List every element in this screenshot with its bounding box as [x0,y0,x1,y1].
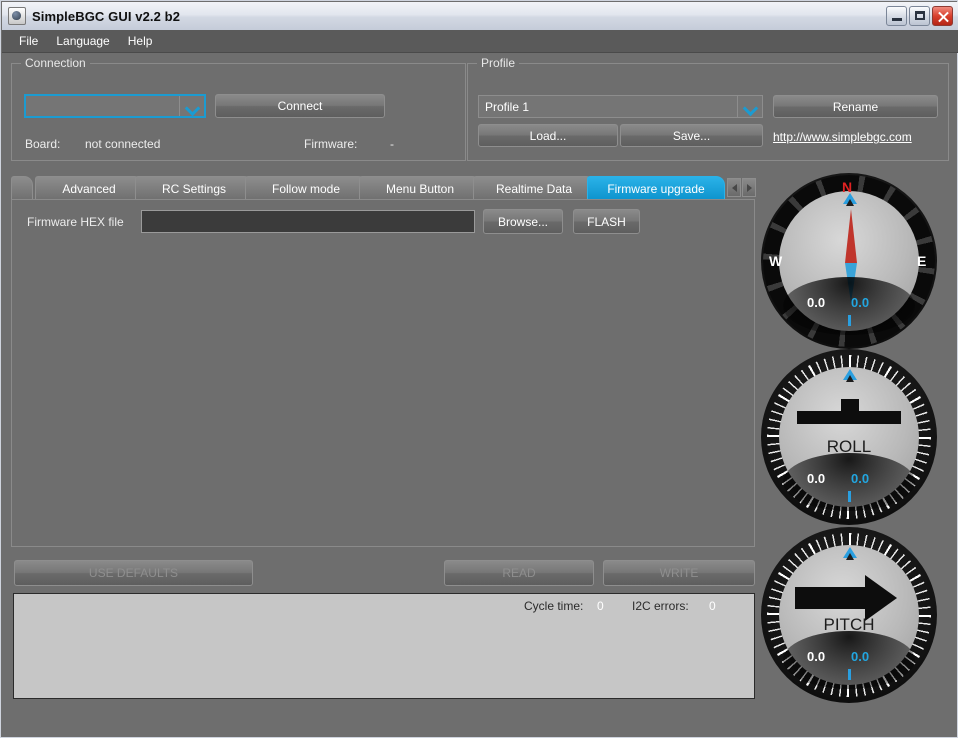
pitch-gauge: PITCH 0.0 0.0 [761,527,937,703]
save-button[interactable]: Save... [620,124,763,147]
log-status-panel: Cycle time: 0 I2C errors: 0 [13,593,755,699]
firmware-hex-label: Firmware HEX file [27,215,124,229]
roll-actual-value: 0.0 [807,471,826,486]
close-button[interactable] [932,6,953,26]
flash-button[interactable]: FLASH [573,209,640,234]
pitch-bottom-marker [848,669,851,680]
chevron-left-icon [731,183,737,192]
connection-group-title: Connection [21,56,90,70]
cycle-time-value: 0 [597,599,604,613]
chevron-down-icon[interactable] [737,96,762,117]
read-button[interactable]: READ [444,560,594,586]
firmware-upgrade-panel [11,199,755,547]
board-label: Board: [25,137,61,151]
compass-target-value: 0.0 [851,295,870,310]
tab-menu-button[interactable]: Menu Button [359,176,481,200]
window-controls [886,6,953,26]
simplebgc-website-link[interactable]: http://www.simplebgc.com [773,130,912,144]
tab-follow-mode[interactable]: Follow mode [245,176,367,200]
firmware-hex-input[interactable] [141,210,475,233]
minimize-icon [892,18,902,21]
tab-scrolled-stub[interactable] [11,176,33,200]
profile-panel: Profile Profile 1 Rename Load... Save...… [467,56,949,161]
maximize-icon [915,11,925,20]
firmware-label: Firmware: [304,137,358,151]
compass-gauge: N W E 0.0 0.0 [761,173,937,349]
load-button[interactable]: Load... [478,124,618,147]
roll-target-value: 0.0 [851,471,870,486]
java-coffee-cup-icon [8,7,26,25]
connect-button[interactable]: Connect [215,94,385,118]
profile-group-title: Profile [477,56,520,70]
tab-rc-settings[interactable]: RC Settings [135,176,253,200]
use-defaults-button[interactable]: USE DEFAULTS [14,560,253,586]
tab-scroll-left-button[interactable] [727,178,741,197]
browse-button[interactable]: Browse... [483,209,563,234]
tab-scroll-right-button[interactable] [742,178,756,197]
compass-shade [783,277,915,335]
window-title: SimpleBGC GUI v2.2 b2 [32,8,181,24]
pitch-actual-value: 0.0 [807,649,826,664]
profile-value: Profile 1 [485,99,530,114]
pitch-target-value: 0.0 [851,649,870,664]
connection-panel: Connection Connect Board: not connected … [11,56,466,161]
rename-button[interactable]: Rename [773,95,938,118]
chevron-right-icon [746,183,752,192]
compass-west-label: W [769,253,783,269]
compass-needle-north [845,209,857,263]
menu-file[interactable]: File [10,31,47,51]
compass-bottom-marker [848,315,851,326]
title-bar: SimpleBGC GUI v2.2 b2 [2,2,958,31]
pitch-shade [783,631,915,689]
board-value: not connected [85,137,161,151]
i2c-errors-value: 0 [709,599,716,613]
roll-bottom-marker [848,491,851,502]
menu-bar: File Language Help [2,30,958,53]
pitch-arrow-icon [795,587,867,609]
firmware-value: - [390,137,394,151]
roll-shade [783,453,915,511]
i2c-errors-label: I2C errors: [632,599,689,613]
minimize-button[interactable] [886,6,907,26]
compass-actual-value: 0.0 [807,295,826,310]
tab-realtime-data[interactable]: Realtime Data [473,176,595,200]
maximize-button[interactable] [909,6,930,26]
tab-firmware-upgrade[interactable]: Firmware upgrade [587,176,725,200]
serial-port-combo[interactable] [24,94,206,118]
roll-gauge: ROLL 0.0 0.0 [761,349,937,525]
tab-advanced[interactable]: Advanced [35,176,143,200]
menu-help[interactable]: Help [119,31,162,51]
application-window: SimpleBGC GUI v2.2 b2 File Language Help… [0,0,958,738]
profile-combo[interactable]: Profile 1 [478,95,763,118]
write-button[interactable]: WRITE [603,560,755,586]
menu-language[interactable]: Language [47,31,118,51]
tab-strip: Advanced RC Settings Follow mode Menu Bu… [11,176,756,200]
chevron-down-icon[interactable] [179,96,204,116]
cycle-time-label: Cycle time: [524,599,584,613]
compass-east-label: E [917,253,927,269]
